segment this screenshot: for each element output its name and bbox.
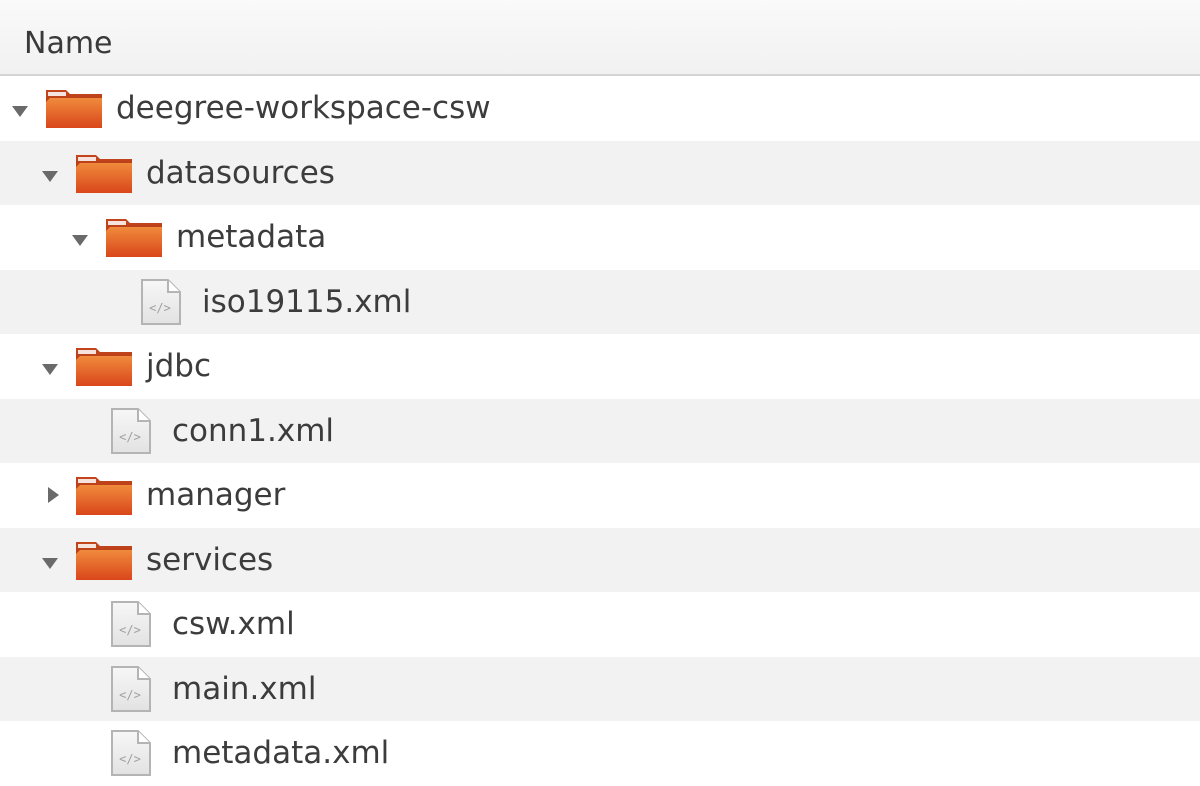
expand-arrow-icon[interactable] [42,557,58,569]
tree-item-label: jdbc [146,348,212,384]
svg-text:</>: </> [119,688,141,702]
folder-icon [76,477,132,515]
expand-arrow-icon[interactable] [42,170,58,182]
xml-file-icon: </> [111,407,151,454]
tree-row[interactable]: </> csw.xml [0,592,1200,657]
expand-arrow-icon[interactable] [12,106,28,117]
xml-file-icon: </> [141,278,181,325]
tree-row[interactable]: deegree-workspace-csw [0,76,1200,141]
tree-row[interactable]: services [0,527,1200,592]
tree-item-label: manager [146,477,286,513]
tree-row[interactable]: </> main.xml [0,656,1200,721]
tree-row[interactable]: </> conn1.xml [0,398,1200,463]
expand-arrow-icon[interactable] [42,364,58,375]
xml-file-icon: </> [111,665,151,712]
tree-row[interactable]: manager [0,463,1200,528]
folder-icon [106,219,162,257]
file-tree: deegree-workspace-csw datasources metada… [0,76,1200,786]
folder-icon [76,154,132,193]
tree-item-label: datasources [146,154,335,191]
svg-text:</>: </> [149,301,171,315]
tree-item-label: metadata.xml [172,735,390,771]
tree-item-label: services [146,541,274,578]
xml-file-icon: </> [111,730,151,776]
tree-item-label: conn1.xml [172,412,335,449]
svg-text:</>: </> [119,623,141,637]
xml-file-icon: </> [111,601,151,647]
expand-arrow-icon[interactable] [72,235,88,246]
tree-item-label: main.xml [172,670,317,707]
tree-row[interactable]: </> iso19115.xml [0,269,1200,334]
folder-icon [76,348,132,386]
tree-row[interactable]: datasources [0,140,1200,205]
name-column-label: Name [24,26,113,61]
tree-row[interactable]: jdbc [0,334,1200,399]
tree-row[interactable]: metadata [0,205,1200,270]
svg-text:</>: </> [119,752,141,766]
tree-item-label: csw.xml [172,606,295,642]
column-header[interactable]: Name [0,0,1200,76]
tree-item-label: metadata [176,219,327,255]
tree-item-label: iso19115.xml [202,283,412,320]
folder-icon [76,541,132,580]
folder-icon [46,90,102,128]
svg-text:</>: </> [119,430,141,444]
tree-item-label: deegree-workspace-csw [116,90,491,126]
collapse-arrow-icon[interactable] [48,487,59,503]
